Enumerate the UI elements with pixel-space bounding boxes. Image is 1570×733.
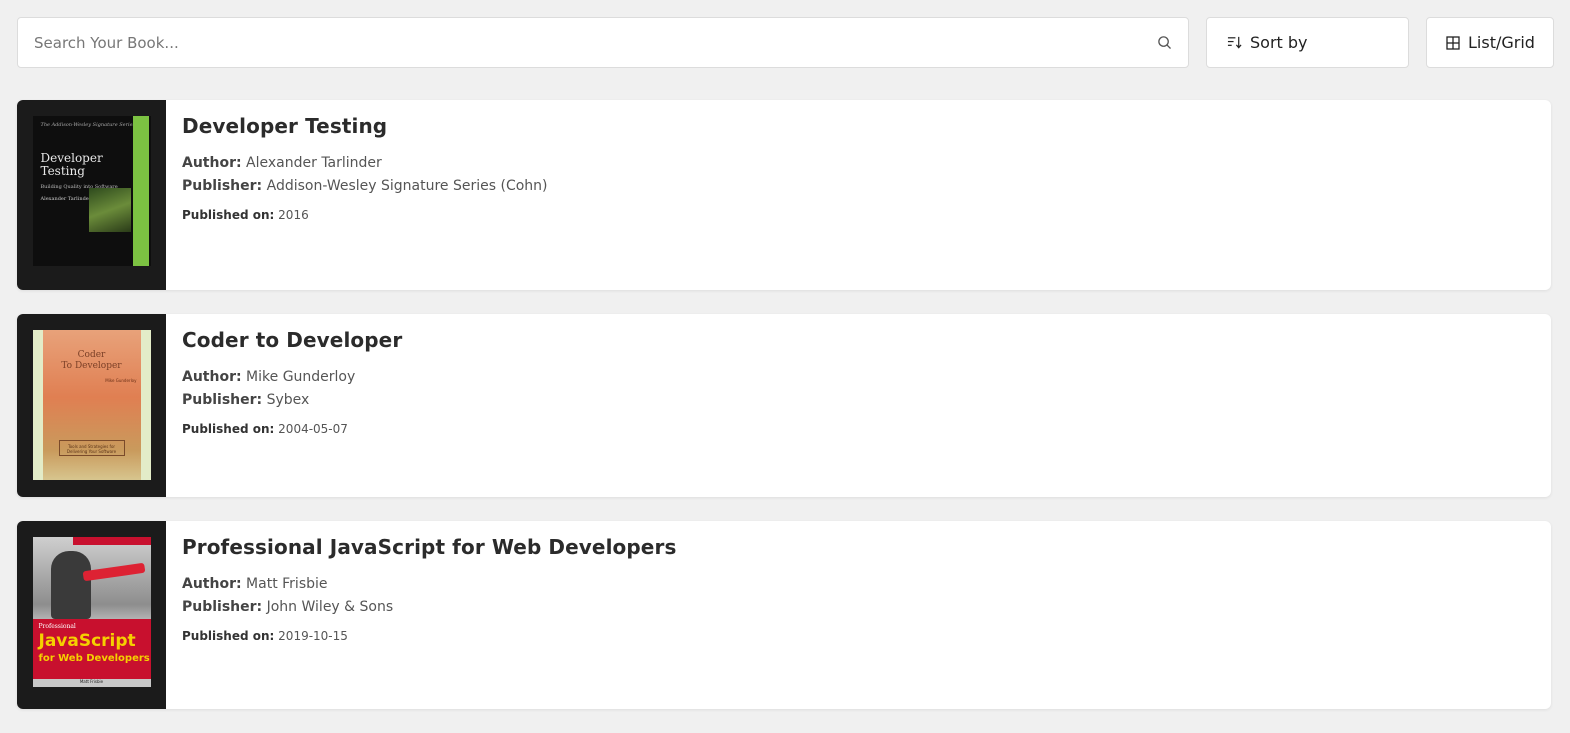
book-info: Developer Testing Author: Alexander Tarl… bbox=[166, 100, 564, 290]
book-title[interactable]: Coder to Developer bbox=[182, 328, 402, 352]
cover-figure-art bbox=[50, 551, 91, 619]
published-value: 2019-10-15 bbox=[278, 629, 348, 643]
published-label: Published on: bbox=[182, 422, 275, 436]
cover-title-line: To Developer bbox=[61, 361, 122, 371]
book-author: Author: Mike Gunderloy bbox=[182, 366, 402, 389]
book-card[interactable]: Coder To Developer Mike Gunderloy Tools a… bbox=[17, 314, 1551, 497]
book-card[interactable]: The Addison-Wesley Signature Series Deve… bbox=[17, 100, 1551, 290]
book-publisher: Publisher: John Wiley & Sons bbox=[182, 596, 676, 619]
cover-author-text: Matt Frisbie bbox=[79, 679, 104, 684]
cover-line-web-developers: for Web Developers bbox=[38, 653, 150, 664]
cover-author-text: Mike Gunderloy bbox=[105, 378, 137, 383]
publisher-label: Publisher: bbox=[182, 178, 263, 194]
cover-line-professional: Professional bbox=[38, 623, 76, 630]
search-box[interactable] bbox=[17, 17, 1189, 68]
publisher-label: Publisher: bbox=[182, 392, 263, 408]
book-publisher: Publisher: Addison-Wesley Signature Seri… bbox=[182, 175, 548, 198]
author-value: Matt Frisbie bbox=[246, 576, 328, 592]
list-grid-label: List/Grid bbox=[1468, 33, 1535, 52]
book-cover-image[interactable]: The Addison-Wesley Signature Series Deve… bbox=[32, 116, 151, 266]
cover-tagline-text: Tools and Strategies for Delivering Your… bbox=[58, 440, 125, 456]
published-value: 2016 bbox=[278, 208, 309, 222]
cover-author-text: Alexander Tarlinder bbox=[40, 196, 92, 202]
book-cover-image[interactable]: Professional JavaScript for Web Develope… bbox=[32, 537, 151, 687]
author-value: Mike Gunderloy bbox=[246, 369, 356, 385]
book-title[interactable]: Developer Testing bbox=[182, 114, 548, 138]
publisher-value: John Wiley & Sons bbox=[266, 599, 394, 615]
toolbar: Sort by List/Grid bbox=[17, 17, 1554, 68]
book-list: The Addison-Wesley Signature Series Deve… bbox=[17, 100, 1551, 733]
sort-by-label: Sort by bbox=[1250, 33, 1308, 52]
list-grid-toggle-button[interactable]: List/Grid bbox=[1426, 17, 1554, 68]
published-value: 2004-05-07 bbox=[278, 422, 348, 436]
book-cover-image[interactable]: Coder To Developer Mike Gunderloy Tools a… bbox=[32, 330, 151, 480]
publisher-value: Sybex bbox=[266, 392, 310, 408]
cover-title-text: Developer Testing bbox=[41, 152, 103, 178]
sort-icon bbox=[1227, 35, 1242, 50]
cover-title-line: Developer bbox=[40, 151, 103, 165]
author-label: Author: bbox=[182, 576, 242, 592]
cover-accent-stripe bbox=[132, 116, 149, 266]
cover-title-text: Coder To Developer bbox=[33, 350, 151, 372]
sort-by-button[interactable]: Sort by bbox=[1206, 17, 1409, 68]
book-cover-frame: Coder To Developer Mike Gunderloy Tools a… bbox=[17, 314, 166, 497]
author-value: Alexander Tarlinder bbox=[246, 155, 382, 171]
cover-line-javascript: JavaScript bbox=[38, 631, 136, 651]
cover-title-line: Testing bbox=[40, 164, 85, 178]
book-author: Author: Alexander Tarlinder bbox=[182, 152, 548, 175]
book-info: Coder to Developer Author: Mike Gunderlo… bbox=[166, 314, 418, 497]
book-cover-frame: Professional JavaScript for Web Develope… bbox=[17, 521, 166, 709]
book-title[interactable]: Professional JavaScript for Web Develope… bbox=[182, 535, 676, 559]
author-label: Author: bbox=[182, 369, 242, 385]
cover-top-band bbox=[72, 537, 151, 545]
publisher-value: Addison-Wesley Signature Series (Cohn) bbox=[266, 178, 548, 194]
published-label: Published on: bbox=[182, 629, 275, 643]
book-publisher: Publisher: Sybex bbox=[182, 389, 402, 412]
book-author: Author: Matt Frisbie bbox=[182, 573, 676, 596]
cover-field-art bbox=[88, 188, 131, 232]
search-input[interactable] bbox=[34, 33, 1156, 52]
book-published-date: Published on: 2019-10-15 bbox=[182, 629, 676, 643]
grid-icon bbox=[1445, 35, 1460, 50]
book-published-date: Published on: 2016 bbox=[182, 208, 548, 222]
publisher-label: Publisher: bbox=[182, 599, 263, 615]
book-published-date: Published on: 2004-05-07 bbox=[182, 422, 402, 436]
author-label: Author: bbox=[182, 155, 242, 171]
published-label: Published on: bbox=[182, 208, 275, 222]
cover-title-line: Coder bbox=[77, 350, 106, 360]
cover-telescope-art bbox=[82, 562, 145, 582]
book-info: Professional JavaScript for Web Develope… bbox=[166, 521, 692, 709]
book-card[interactable]: Professional JavaScript for Web Develope… bbox=[17, 521, 1551, 709]
cover-series-text: The Addison-Wesley Signature Series bbox=[40, 122, 136, 128]
book-cover-frame: The Addison-Wesley Signature Series Deve… bbox=[17, 100, 166, 290]
search-icon[interactable] bbox=[1156, 35, 1172, 51]
